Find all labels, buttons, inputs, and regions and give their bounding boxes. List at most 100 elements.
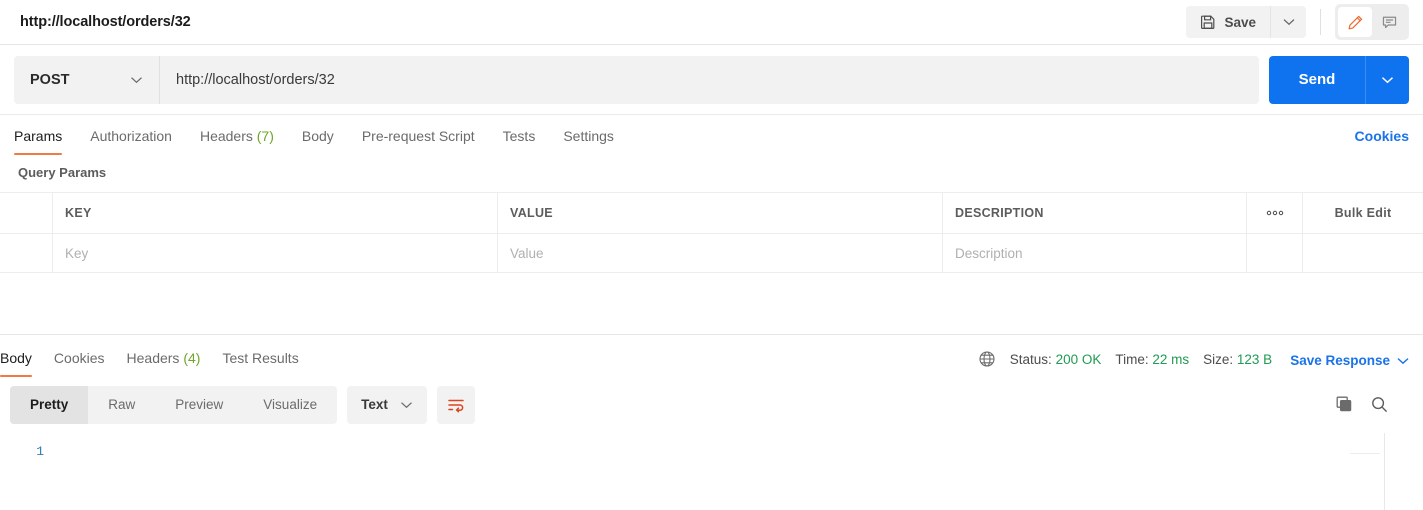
time-label: Time: <box>1115 351 1149 367</box>
tab-pre-request-script[interactable]: Pre-request Script <box>362 128 475 155</box>
chevron-down-icon <box>1381 76 1394 84</box>
column-header-value: VALUE <box>498 193 943 233</box>
header-mode-toggle <box>1335 4 1409 40</box>
column-header-key: KEY <box>53 193 498 233</box>
save-response-button[interactable]: Save Response <box>1290 353 1409 377</box>
viewer-actions <box>1335 395 1409 414</box>
ellipsis-icon <box>1265 210 1285 216</box>
save-button[interactable]: Save <box>1186 6 1270 38</box>
size-label: Size: <box>1203 351 1234 367</box>
tab-authorization[interactable]: Authorization <box>90 128 172 155</box>
save-button-label: Save <box>1224 14 1256 30</box>
editor-gutter: 1 <box>0 433 56 510</box>
param-value-placeholder: Value <box>510 245 544 261</box>
comments-button[interactable] <box>1372 7 1406 37</box>
send-button[interactable]: Send <box>1269 55 1365 104</box>
tab-settings[interactable]: Settings <box>563 128 614 155</box>
response-tab-cookies[interactable]: Cookies <box>54 350 105 377</box>
editor-scrollbar[interactable] <box>1384 433 1385 510</box>
save-response-label: Save Response <box>1290 353 1390 368</box>
view-mode-pretty[interactable]: Pretty <box>10 385 89 424</box>
url-input[interactable]: http://localhost/orders/32 <box>160 56 1259 104</box>
time-value: 22 ms <box>1152 351 1190 367</box>
status-label: Status: <box>1009 351 1052 367</box>
response-tab-test-results[interactable]: Test Results <box>222 350 298 377</box>
response-tabs: Body Cookies Headers (4) Test Results <box>0 350 321 377</box>
editor-line-number: 1 <box>36 444 44 459</box>
tab-authorization-label: Authorization <box>90 128 172 144</box>
header-divider <box>1320 9 1321 35</box>
view-mode-preview[interactable]: Preview <box>155 386 243 424</box>
edit-mode-button[interactable] <box>1338 7 1372 37</box>
tab-params-label: Params <box>14 128 63 144</box>
response-body-editor[interactable]: 1 <box>0 432 1423 510</box>
chevron-down-icon <box>400 401 413 409</box>
http-method-label: POST <box>30 71 70 88</box>
request-body-spacer <box>0 273 1423 335</box>
tab-settings-label: Settings <box>563 128 614 144</box>
send-button-group: Send <box>1269 55 1409 104</box>
row-checkbox-cell[interactable] <box>0 234 53 272</box>
status-badge: Status: 200 OK <box>1010 352 1102 367</box>
save-options-button[interactable] <box>1270 6 1306 38</box>
editor-content[interactable] <box>56 433 1423 510</box>
view-mode-raw[interactable]: Raw <box>88 386 155 424</box>
response-tab-body[interactable]: Body <box>0 350 32 377</box>
floppy-disk-icon <box>1200 14 1216 30</box>
tab-body[interactable]: Body <box>302 128 334 155</box>
tab-body-label: Body <box>301 128 334 144</box>
bulk-edit-button[interactable]: Bulk Edit <box>1303 193 1423 233</box>
param-key-input[interactable]: Key <box>53 234 498 272</box>
response-language-select[interactable]: Text <box>347 385 427 424</box>
cookies-link[interactable]: Cookies <box>1355 128 1409 155</box>
chevron-down-icon <box>1397 357 1409 365</box>
response-tab-test-results-label: Test Results <box>222 350 299 366</box>
param-value-input[interactable]: Value <box>498 234 943 272</box>
response-tab-headers-count: (4) <box>183 350 201 366</box>
save-button-group: Save <box>1186 6 1306 38</box>
search-icon[interactable] <box>1370 395 1389 414</box>
response-tab-headers[interactable]: Headers (4) <box>127 350 201 377</box>
query-params-table: KEY VALUE DESCRIPTION Bulk Edit Key Valu… <box>0 192 1423 273</box>
tab-headers-label: Headers <box>199 128 253 144</box>
size-badge: Size: 123 B <box>1203 352 1272 367</box>
response-language-label: Text <box>361 397 388 412</box>
word-wrap-button[interactable] <box>436 385 475 424</box>
copy-icon[interactable] <box>1335 395 1354 414</box>
globe-icon <box>978 350 996 368</box>
editor-minimap-rule <box>1350 453 1380 454</box>
response-meta: Status: 200 OK Time: 22 ms Size: 123 B <box>978 350 1272 377</box>
response-tab-body-label: Body <box>0 350 32 366</box>
http-method-select[interactable]: POST <box>14 55 160 104</box>
tab-pre-request-script-label: Pre-request Script <box>361 128 475 144</box>
view-mode-visualize[interactable]: Visualize <box>243 386 337 424</box>
response-tab-cookies-label: Cookies <box>53 350 105 366</box>
table-options-button[interactable] <box>1247 193 1303 233</box>
header-actions: Save <box>1186 4 1409 40</box>
chevron-down-icon <box>1283 18 1295 26</box>
tab-tests-label: Tests <box>502 128 536 144</box>
send-options-button[interactable] <box>1365 55 1409 104</box>
pencil-icon <box>1347 14 1364 31</box>
select-all-cell <box>0 193 53 233</box>
query-params-label: Query Params <box>18 165 107 180</box>
response-viewer-toolbar: Pretty Raw Preview Visualize Text <box>0 377 1423 432</box>
table-header-row: KEY VALUE DESCRIPTION Bulk Edit <box>0 193 1423 233</box>
param-key-placeholder: Key <box>65 245 89 261</box>
table-row[interactable]: Key Value Description <box>0 233 1423 273</box>
column-header-description: DESCRIPTION <box>943 193 1247 233</box>
response-tab-headers-label: Headers <box>126 350 180 366</box>
tab-params[interactable]: Params <box>14 128 63 155</box>
url-bar: POST http://localhost/orders/32 Send <box>0 45 1423 115</box>
request-tabs: Params Authorization Headers (7) Body Pr… <box>0 115 1423 155</box>
param-description-placeholder: Description <box>955 245 1023 261</box>
row-options-cell <box>1247 234 1303 272</box>
tab-tests[interactable]: Tests <box>503 128 536 155</box>
tab-headers[interactable]: Headers (7) <box>200 128 274 155</box>
param-description-input[interactable]: Description <box>943 234 1247 272</box>
view-mode-segmented-control: Pretty Raw Preview Visualize <box>10 385 338 424</box>
word-wrap-icon <box>446 397 466 413</box>
size-value: 123 B <box>1236 351 1273 367</box>
tab-headers-count: (7) <box>256 128 274 144</box>
row-trailing-cell <box>1303 234 1423 272</box>
